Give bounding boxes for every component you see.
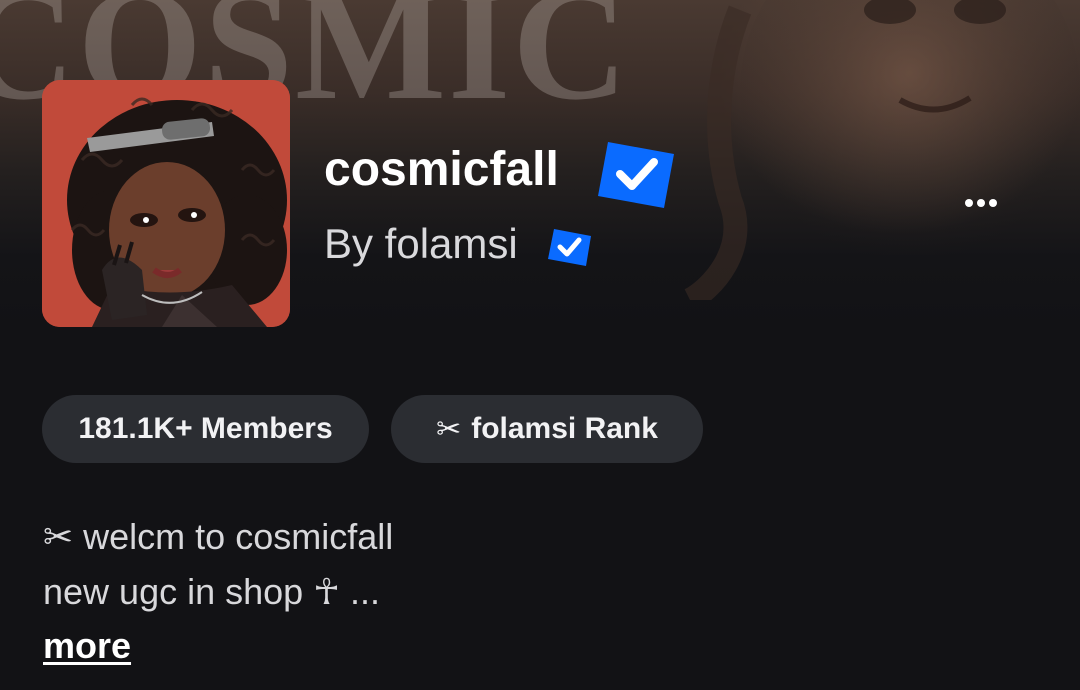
more-dot (989, 199, 997, 207)
group-avatar[interactable] (42, 80, 290, 327)
scissors-icon: ✂ (436, 411, 462, 447)
verified-badge-icon (598, 142, 674, 208)
more-options-button[interactable] (956, 188, 1006, 218)
members-count-label: 181.1K+ Members (78, 412, 333, 445)
avatar-illustration (42, 80, 290, 327)
group-title: cosmicfall (324, 143, 559, 196)
members-count-chip[interactable]: 181.1K+ Members (42, 395, 369, 463)
rank-chip[interactable]: ✂ folamsi Rank (391, 395, 703, 463)
rank-label: folamsi Rank (471, 412, 658, 445)
show-more-link[interactable]: more (43, 624, 131, 668)
description-line-2: new ugc in shop ☥ ... (43, 571, 381, 612)
more-horizontal-icon (965, 199, 973, 207)
more-dot (977, 199, 985, 207)
banner-character-art (684, 0, 1080, 300)
description-line-1: ✂ welcm to cosmicfall (43, 516, 394, 557)
creator-verified-badge-icon (548, 229, 591, 266)
creator-byline[interactable]: By folamsi (324, 220, 518, 268)
